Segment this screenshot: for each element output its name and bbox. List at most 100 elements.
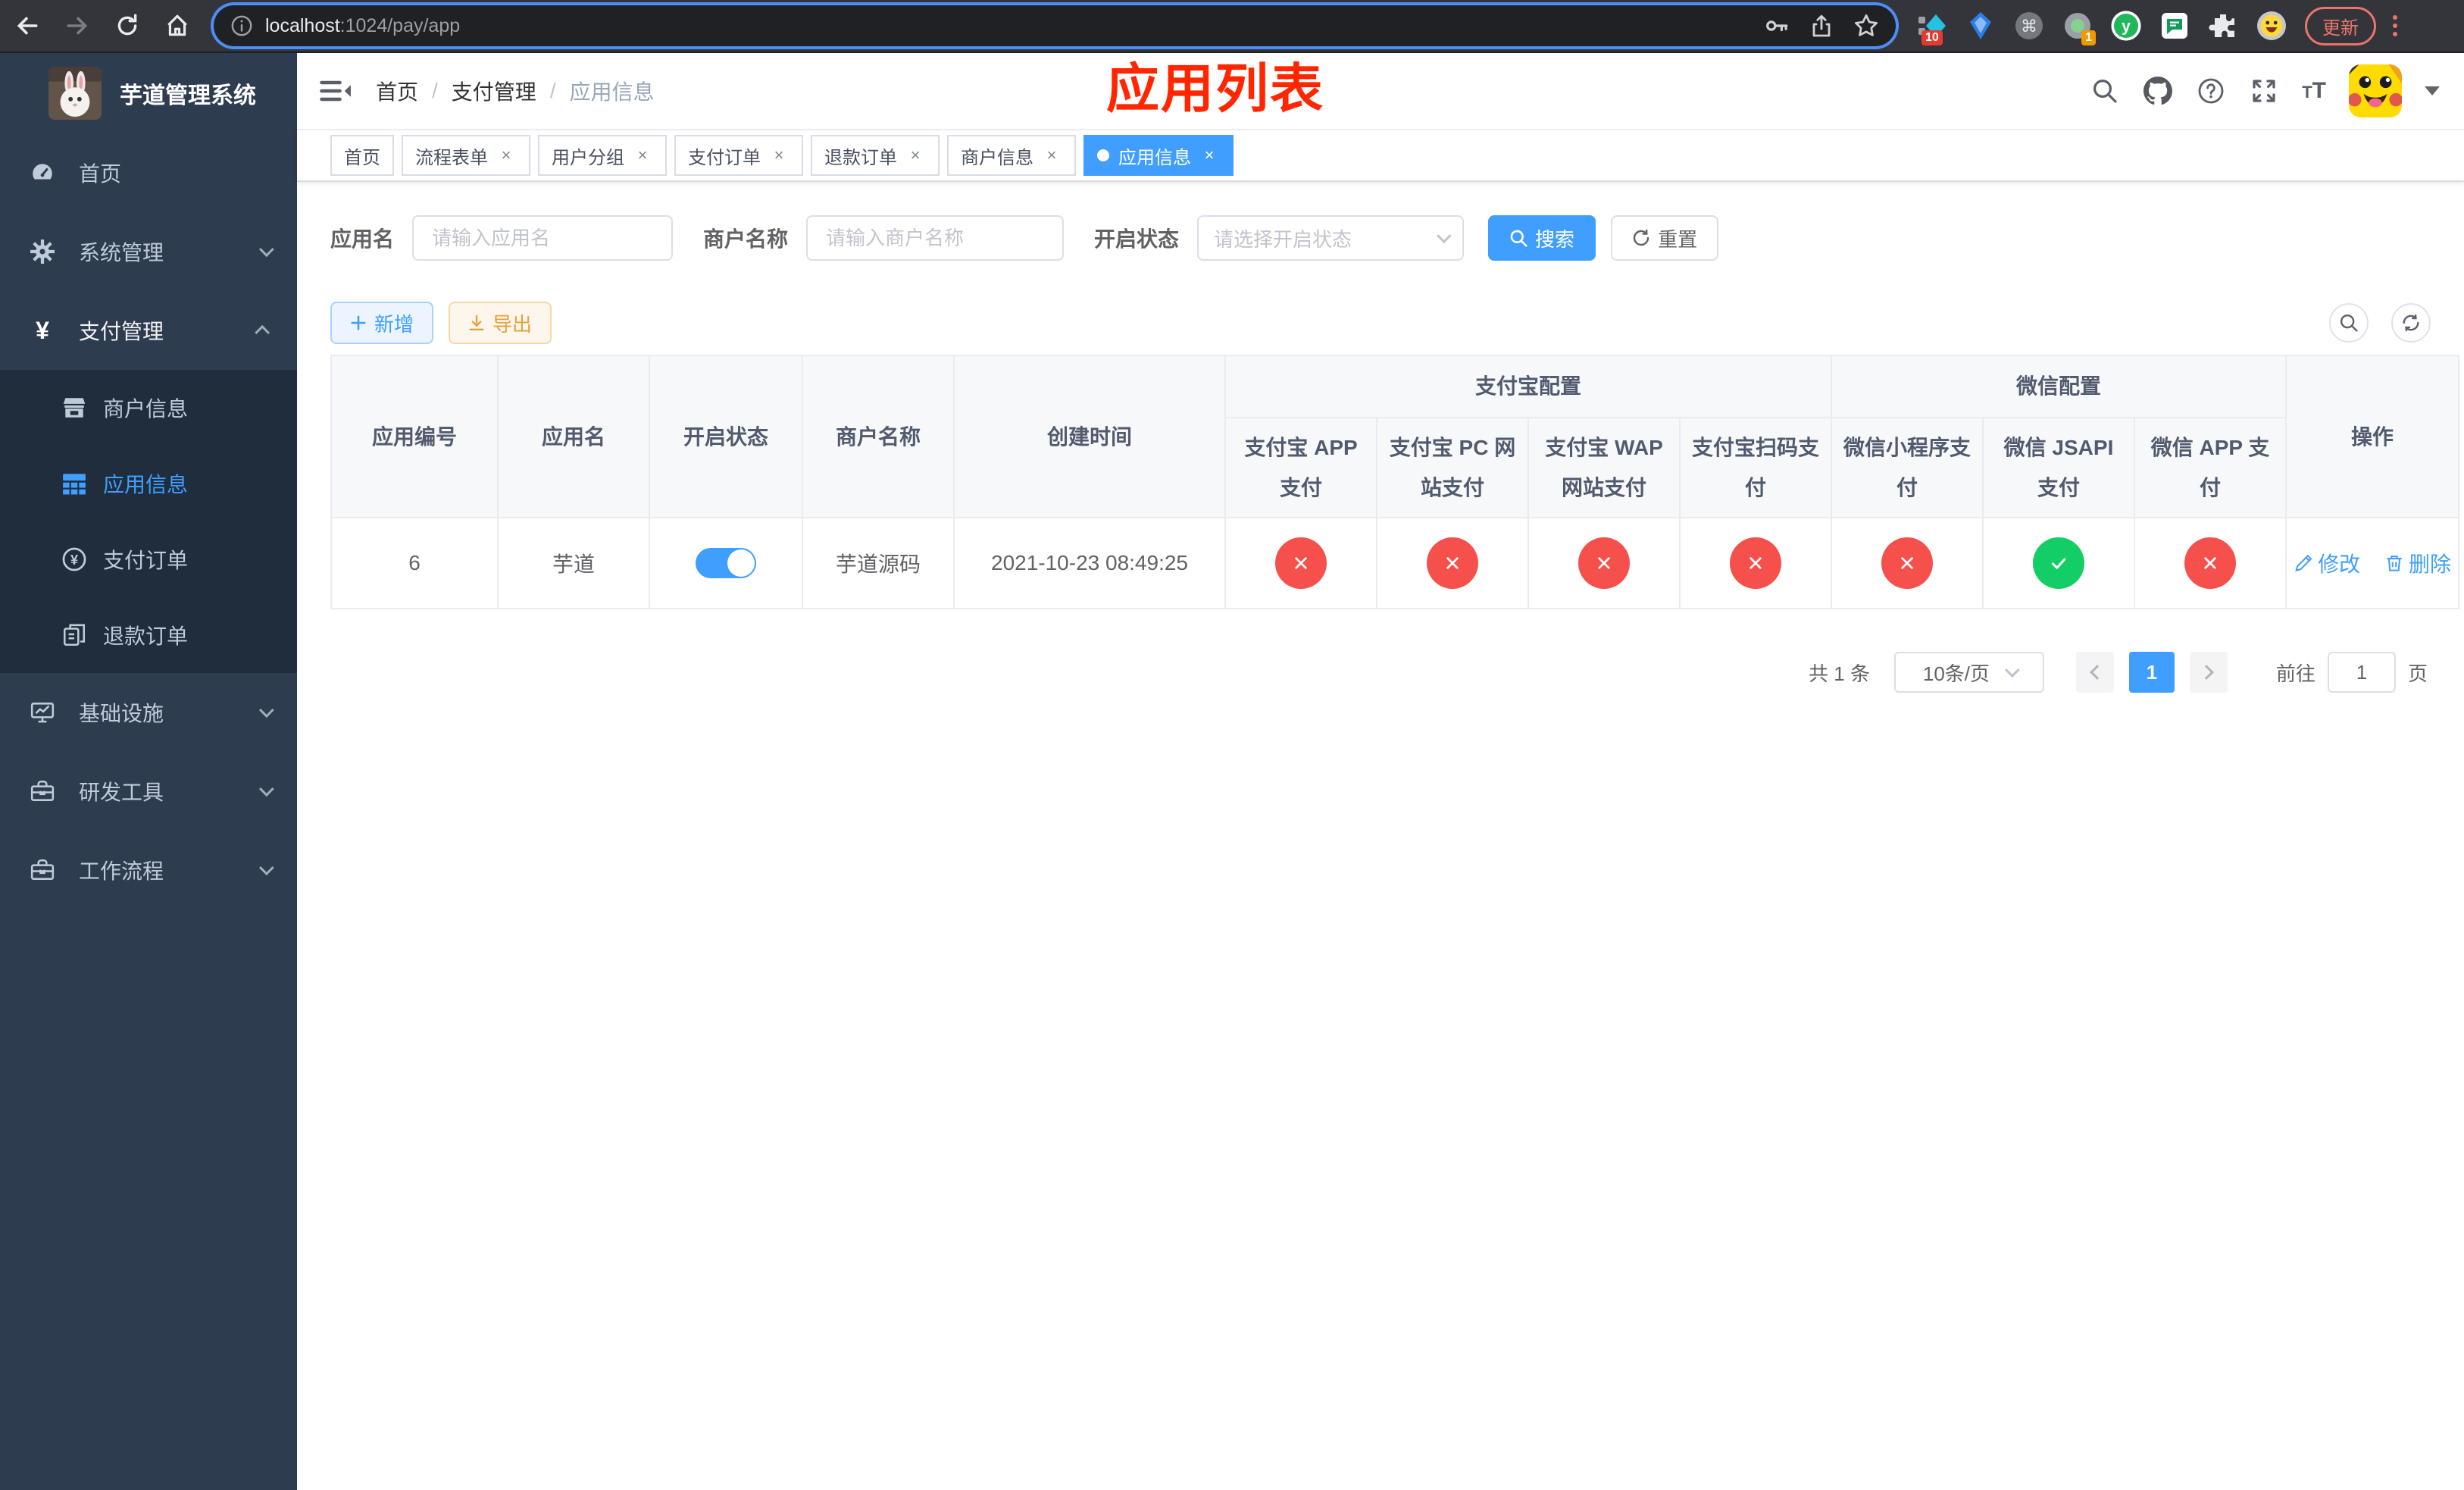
browser-forward-button[interactable] <box>62 11 92 41</box>
sidebar-item-workflow[interactable]: 工作流程 <box>0 831 297 909</box>
grid-icon <box>61 471 88 496</box>
tab-user-group[interactable]: 用户分组 <box>538 135 667 176</box>
cell-created: 2021-10-23 08:49:25 <box>953 517 1226 610</box>
edit-button[interactable]: 修改 <box>2294 548 2360 578</box>
status-select[interactable]: 请选择开启状态 <box>1197 215 1465 261</box>
extension-emoji-icon[interactable] <box>2256 11 2287 41</box>
close-icon[interactable] <box>1041 145 1062 166</box>
tags-view-bar: 首页 流程表单 用户分组 支付订单 退款订单 商户信息 应用信息 <box>297 130 2464 182</box>
top-navbar: 首页 / 支付管理 / 应用信息 应用列表 TT <box>297 53 2464 130</box>
avatar[interactable] <box>2349 64 2402 117</box>
close-icon[interactable] <box>632 145 653 166</box>
close-icon[interactable] <box>1199 145 1220 166</box>
help-icon[interactable] <box>2196 76 2226 106</box>
sidebar-item-infrastructure[interactable]: 基础设施 <box>0 673 297 752</box>
chevron-down-icon <box>258 703 274 718</box>
svg-text:y: y <box>2122 18 2131 36</box>
sidebar-toggle-icon[interactable] <box>318 74 352 108</box>
status-disabled-icon <box>1730 537 1781 590</box>
add-button[interactable]: 新增 <box>330 302 434 344</box>
browser-toolbar: localhost:1024/pay/app 10 ⌘ 1 y 更新 <box>0 0 2464 53</box>
extension-chat-icon[interactable] <box>2159 11 2190 41</box>
sidebar-item-app-info[interactable]: 应用信息 <box>0 446 297 521</box>
status-disabled-icon <box>1578 537 1630 590</box>
reset-button[interactable]: 重置 <box>1611 215 1719 261</box>
browser-back-button[interactable] <box>12 11 42 41</box>
page-number-button[interactable]: 1 <box>2128 652 2175 693</box>
refresh-table-button[interactable] <box>2391 303 2431 343</box>
chevron-down-icon <box>258 242 274 258</box>
font-size-icon[interactable]: TT <box>2302 78 2326 104</box>
export-button[interactable]: 导出 <box>449 302 552 344</box>
prev-page-button[interactable] <box>2075 652 2114 693</box>
bookmark-star-icon[interactable] <box>1853 13 1879 39</box>
sidebar-item-refund-orders[interactable]: 退款订单 <box>0 597 297 673</box>
app-name-input[interactable] <box>412 215 674 261</box>
col-header-alipay-qr: 支付宝扫码支付 <box>1678 416 1833 519</box>
sidebar-item-label: 研发工具 <box>79 781 164 804</box>
search-button[interactable]: 搜索 <box>1488 215 1596 261</box>
password-key-icon[interactable] <box>1764 13 1790 39</box>
cell-app-name: 芋道 <box>497 517 650 610</box>
browser-menu-icon[interactable] <box>2388 11 2402 41</box>
github-icon[interactable] <box>2143 76 2173 106</box>
extension-command-icon[interactable]: ⌘ <box>2014 11 2044 41</box>
page-info-icon[interactable] <box>230 14 253 37</box>
tab-refund-orders[interactable]: 退款订单 <box>811 135 940 176</box>
browser-update-button[interactable]: 更新 <box>2305 6 2376 45</box>
group-header-alipay: 支付宝配置 <box>1224 355 1833 418</box>
browser-home-button[interactable] <box>162 11 192 41</box>
shop-icon <box>61 395 88 421</box>
status-label: 开启状态 <box>1094 227 1180 251</box>
extension-recorder-icon[interactable]: 1 <box>2062 11 2096 45</box>
sidebar-item-pay-orders[interactable]: ¥ 支付订单 <box>0 521 297 597</box>
extension-meet-icon[interactable]: 10 <box>1917 11 1947 45</box>
toggle-search-button[interactable] <box>2329 303 2369 343</box>
yen-icon: ¥ <box>36 316 49 344</box>
breadcrumb-separator: / <box>549 79 556 102</box>
next-page-button[interactable] <box>2189 652 2228 693</box>
tab-home[interactable]: 首页 <box>330 135 394 176</box>
goto-page-input[interactable] <box>2327 652 2396 693</box>
sidebar-item-payment[interactable]: ¥ 支付管理 <box>0 291 297 370</box>
address-bar[interactable]: localhost:1024/pay/app <box>214 5 1896 46</box>
col-header-alipay-wap: 支付宝 WAP 网站支付 <box>1527 416 1681 519</box>
breadcrumb-payment[interactable]: 支付管理 <box>452 76 536 106</box>
sidebar-item-home[interactable]: 首页 <box>0 133 297 212</box>
col-header-app-name: 应用名 <box>497 354 650 519</box>
extension-puzzle-icon[interactable] <box>2208 11 2238 41</box>
merchant-name-input[interactable] <box>806 215 1065 261</box>
avatar-caret-icon[interactable] <box>2425 86 2440 95</box>
app-title: 芋道管理系统 <box>120 83 256 108</box>
tab-process-form[interactable]: 流程表单 <box>402 135 530 176</box>
sidebar-item-merchant-info[interactable]: 商户信息 <box>0 370 297 446</box>
dev-tools-icon <box>29 778 56 804</box>
app-logo-row[interactable]: 芋道管理系统 <box>0 53 297 133</box>
close-icon[interactable] <box>905 145 926 166</box>
table-row: 6 芋道 芋道源码 2021-10-23 08:49:25 修改 删除 <box>330 517 2460 610</box>
page-size-select[interactable]: 10条/页 <box>1893 652 2044 693</box>
sidebar-item-dev-tools[interactable]: 研发工具 <box>0 752 297 831</box>
header-search-icon[interactable] <box>2090 76 2120 106</box>
breadcrumb-separator: / <box>432 79 438 102</box>
extension-y-icon[interactable]: y <box>2111 11 2141 41</box>
sidebar-item-label: 首页 <box>79 162 122 186</box>
browser-reload-button[interactable] <box>112 11 142 41</box>
extension-badge: 1 <box>2081 30 2096 45</box>
close-icon[interactable] <box>768 145 790 166</box>
sidebar-item-system[interactable]: 系统管理 <box>0 212 297 291</box>
close-icon[interactable] <box>496 145 517 166</box>
breadcrumb-home[interactable]: 首页 <box>376 76 418 106</box>
status-toggle[interactable] <box>696 548 756 579</box>
cell-alipay-wap <box>1527 517 1681 610</box>
table-toolbar: 新增 导出 <box>330 302 2431 344</box>
tab-merchant-info[interactable]: 商户信息 <box>947 135 1076 176</box>
tab-app-info[interactable]: 应用信息 <box>1083 135 1234 176</box>
fullscreen-icon[interactable] <box>2249 76 2279 106</box>
col-header-wx-jsapi: 微信 JSAPI 支付 <box>1982 416 2136 519</box>
extension-gem-icon[interactable] <box>1965 11 1996 41</box>
share-icon[interactable] <box>1809 14 1834 38</box>
sidebar: 芋道管理系统 首页 系统管理 ¥ 支付管理 商户信息 应用信息 ¥ 支付订单 退… <box>0 53 297 1490</box>
tab-pay-orders[interactable]: 支付订单 <box>674 135 803 176</box>
delete-button[interactable]: 删除 <box>2384 548 2451 578</box>
